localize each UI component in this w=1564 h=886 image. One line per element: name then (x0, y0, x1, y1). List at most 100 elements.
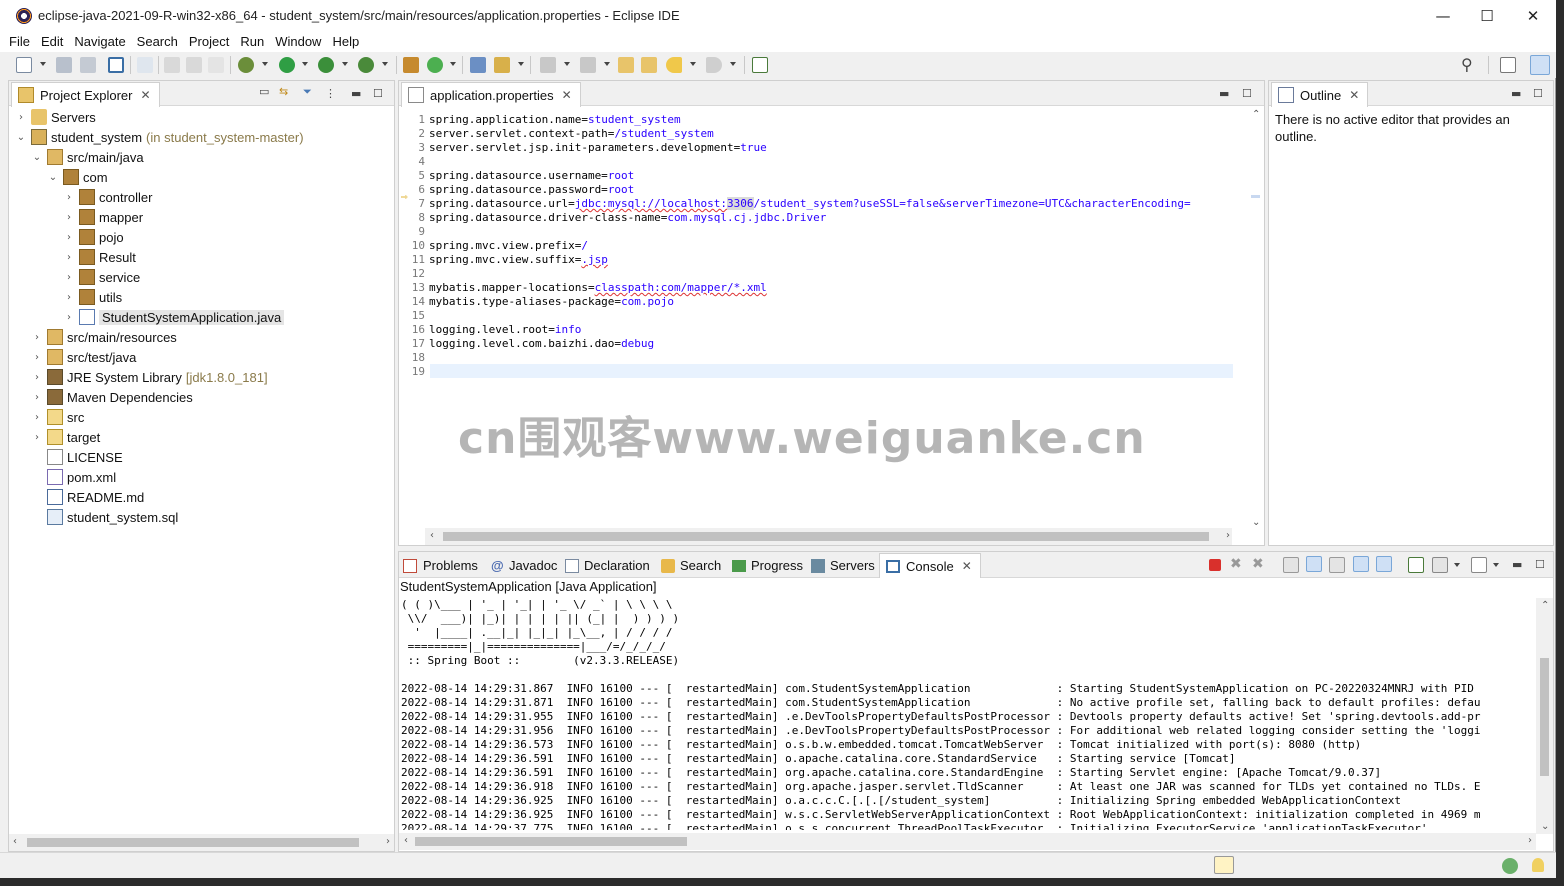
menu-project[interactable]: Project (189, 34, 229, 49)
forward-edit-icon[interactable] (641, 57, 657, 73)
maximize-view-icon[interactable]: ☐ (1535, 558, 1545, 571)
menu-edit[interactable]: Edit (41, 34, 63, 49)
remove-launch-icon[interactable]: ✖ (1230, 556, 1242, 572)
new-icon[interactable] (16, 57, 32, 73)
scroll-up-icon[interactable]: ⌃ (1541, 600, 1549, 611)
show-on-stdout-icon[interactable] (1353, 556, 1369, 572)
tree-item-result[interactable]: › Result (63, 247, 136, 267)
whitespace-icon[interactable] (208, 57, 224, 73)
tree-item-pom-xml[interactable]: pom.xml (31, 467, 116, 487)
tree-item-utils[interactable]: › utils (63, 287, 122, 307)
chevron-right-icon[interactable]: › (63, 312, 75, 323)
scroll-down-icon[interactable]: ⌄ (1252, 517, 1260, 528)
chevron-right-icon[interactable]: › (63, 272, 75, 283)
chevron-right-icon[interactable]: › (31, 352, 43, 363)
tab-declaration[interactable]: Declaration (565, 558, 650, 573)
filter-icon[interactable]: ⏷ (303, 85, 312, 99)
editor-hscrollbar[interactable]: ‹ › (425, 528, 1232, 545)
menu-run[interactable]: Run (240, 34, 264, 49)
tab-javadoc[interactable]: @ Javadoc (491, 558, 557, 573)
tree-item-src-test-java[interactable]: › src/test/java (31, 347, 136, 367)
close-icon[interactable]: ✕ (140, 88, 150, 102)
display-console-icon[interactable] (1432, 557, 1448, 573)
console-hscrollbar[interactable]: ‹ › (399, 833, 1536, 850)
scroll-lock-icon[interactable] (1306, 556, 1322, 572)
tab-servers[interactable]: Servers (811, 558, 875, 573)
chevron-right-icon[interactable]: › (31, 432, 43, 443)
notification-bell-icon[interactable] (1532, 858, 1544, 872)
forward-icon[interactable] (706, 57, 722, 73)
scroll-left-icon[interactable]: ‹ (13, 836, 17, 847)
scroll-right-icon[interactable]: › (386, 836, 390, 847)
open-perspective-icon[interactable] (1500, 57, 1516, 73)
tree-item-student-system[interactable]: ⌄ student_system (in student_system-master… (15, 127, 304, 147)
minimize-view-icon[interactable]: ▬ (1512, 558, 1522, 571)
tab-console[interactable]: Console ✕ (879, 553, 981, 578)
tree-item-license[interactable]: LICENSE (31, 447, 123, 467)
close-icon[interactable]: ✕ (1349, 88, 1359, 102)
minimize-view-icon[interactable]: ▬ (1511, 87, 1521, 100)
close-icon[interactable]: ✕ (962, 559, 972, 573)
java-perspective-icon[interactable] (1530, 55, 1550, 75)
remove-all-terminated-icon[interactable]: ✖ (1252, 556, 1264, 572)
new-dropdown-icon[interactable] (40, 62, 46, 66)
debug-icon[interactable] (238, 57, 254, 73)
last-edit-icon[interactable] (618, 57, 634, 73)
chevron-right-icon[interactable]: › (31, 412, 43, 423)
maximize-view-icon[interactable]: ☐ (1242, 87, 1252, 100)
editor-vscrollbar[interactable]: ⌃ ⌄ (1247, 107, 1264, 530)
maximize-button[interactable]: ☐ (1464, 0, 1510, 31)
tab-project-explorer[interactable]: Project Explorer ✕ (11, 82, 160, 107)
link-with-editor-icon[interactable]: ⇆ (279, 85, 288, 98)
project-explorer-hscrollbar[interactable]: ‹ › (9, 834, 394, 851)
menu-help[interactable]: Help (332, 34, 359, 49)
search-icon[interactable]: ⚲ (1461, 55, 1473, 74)
chevron-right-icon[interactable]: › (15, 112, 27, 123)
scroll-left-icon[interactable]: ‹ (404, 835, 408, 846)
scroll-left-icon[interactable]: ‹ (430, 530, 434, 541)
prev-annotation-icon[interactable] (580, 57, 596, 73)
maximize-view-icon[interactable]: ☐ (1533, 87, 1543, 100)
tree-item-com[interactable]: ⌄ com (47, 167, 108, 187)
chevron-right-icon[interactable]: › (31, 392, 43, 403)
tree-item-pojo[interactable]: › pojo (63, 227, 124, 247)
task-icon[interactable] (1214, 856, 1234, 874)
terminal-icon[interactable] (108, 57, 124, 73)
maximize-view-icon[interactable]: ☐ (373, 87, 383, 100)
code-area[interactable]: ⇨ 1 spring.application.name=student_syste… (399, 107, 1233, 533)
coverage-icon[interactable] (318, 57, 334, 73)
tab-progress[interactable]: Progress (732, 558, 803, 573)
terminate-icon[interactable] (1209, 559, 1221, 571)
scroll-down-icon[interactable]: ⌄ (1541, 821, 1549, 832)
menu-window[interactable]: Window (275, 34, 321, 49)
minimize-button[interactable]: — (1420, 0, 1466, 31)
menu-file[interactable]: File (9, 34, 30, 49)
run-icon[interactable] (279, 57, 295, 73)
tab-problems[interactable]: Problems (403, 558, 478, 573)
skip-breakpoints-icon[interactable] (137, 57, 153, 73)
close-icon[interactable]: ✕ (562, 88, 572, 102)
show-on-stderr-icon[interactable] (1376, 556, 1392, 572)
clear-console-icon[interactable] (1283, 557, 1299, 573)
back-icon[interactable] (666, 57, 682, 73)
chevron-right-icon[interactable]: › (31, 372, 43, 383)
tree-item-readme-md[interactable]: README.md (31, 487, 144, 507)
new-class-icon[interactable] (427, 57, 443, 73)
save-icon[interactable] (56, 57, 72, 73)
tree-item-target[interactable]: › target (31, 427, 100, 447)
next-annotation-icon[interactable] (540, 57, 556, 73)
tree-item-jre-system-library[interactable]: › JRE System Library [jdk1.8.0_181] (31, 367, 268, 387)
console-output[interactable]: ( ( )\___ | '_ | '_| | '_ \/ _` | \ \ \ … (401, 598, 1536, 830)
close-button[interactable]: ✕ (1510, 0, 1556, 31)
scroll-right-icon[interactable]: › (1528, 835, 1532, 846)
view-menu-icon[interactable]: ⋮ (325, 87, 336, 100)
scroll-up-icon[interactable]: ⌃ (1252, 109, 1260, 120)
chevron-down-icon[interactable]: ⌄ (31, 152, 43, 163)
minimize-view-icon[interactable]: ▬ (1219, 87, 1229, 100)
word-wrap-icon[interactable] (1329, 557, 1345, 573)
run-external-icon[interactable] (358, 57, 374, 73)
chevron-down-icon[interactable]: ⌄ (47, 172, 59, 183)
menu-navigate[interactable]: Navigate (74, 34, 125, 49)
tree-item-src-main-resources[interactable]: › src/main/resources (31, 327, 177, 347)
tree-item-servers[interactable]: › Servers (15, 107, 96, 127)
